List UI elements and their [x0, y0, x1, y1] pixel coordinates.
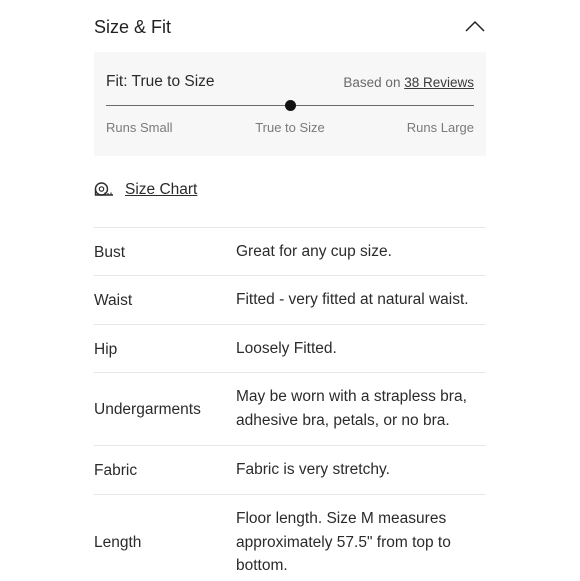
spec-value: May be worn with a strapless bra, adhesi…	[236, 388, 467, 429]
fit-scale-marker	[284, 100, 296, 111]
spec-row-length: Length Floor length. Size M measures app…	[94, 494, 486, 581]
fit-label: Fit: True to Size	[106, 73, 215, 90]
spec-name: Hip	[94, 341, 118, 358]
spec-name: Length	[94, 534, 142, 551]
spec-name: Fabric	[94, 462, 138, 479]
section-title: Size & Fit	[94, 17, 172, 37]
spec-value: Loosely Fitted.	[236, 340, 337, 357]
spec-name: Undergarments	[94, 401, 201, 418]
spec-row-hip: Hip Loosely Fitted.	[94, 324, 486, 373]
spec-row-fabric: Fabric Fabric is very stretchy.	[94, 445, 486, 494]
based-on-text: Based on	[343, 75, 401, 90]
size-chart-label: Size Chart	[125, 181, 198, 198]
spec-value: Fitted - very fitted at natural waist.	[236, 291, 469, 308]
spec-row-undergarments: Undergarments May be worn with a straple…	[94, 372, 486, 446]
fit-summary: Fit: True to Size Based on 38 Reviews Ru…	[94, 52, 486, 156]
reviews-link[interactable]: 38 Reviews	[404, 75, 474, 90]
spec-value: Great for any cup size.	[236, 243, 392, 260]
spec-value: Fabric is very stretchy.	[236, 461, 390, 478]
measuring-tape-icon	[94, 182, 114, 198]
spec-name: Waist	[94, 292, 133, 309]
collapse-chevron-up-icon[interactable]	[464, 16, 486, 38]
scale-label-runs-large: Runs Large	[406, 120, 474, 135]
spec-row-waist: Waist Fitted - very fitted at natural wa…	[94, 275, 486, 324]
reviews-summary: Based on 38 Reviews	[343, 74, 474, 92]
size-fit-header[interactable]: Size & Fit	[94, 14, 486, 40]
spec-value: Floor length. Size M measures approximat…	[236, 510, 451, 574]
spec-name: Bust	[94, 244, 126, 261]
spec-row-bust: Bust Great for any cup size.	[94, 227, 486, 276]
fit-scale-track	[106, 100, 474, 111]
